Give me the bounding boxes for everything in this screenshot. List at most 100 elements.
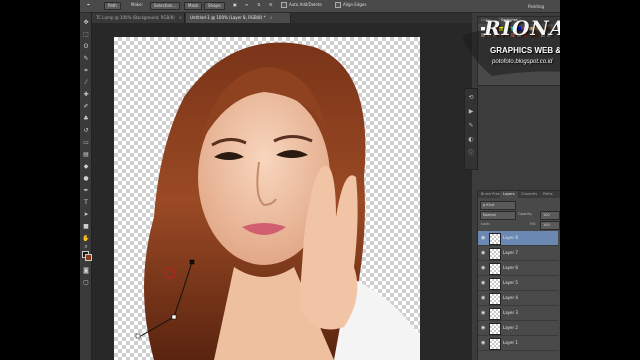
close-tab-icon[interactable]: × bbox=[179, 15, 182, 20]
crop-tool-icon[interactable]: ⌗ bbox=[82, 67, 90, 75]
filter-kind-label: Kind bbox=[486, 203, 495, 207]
tab-label: Untitled-1 @ 100% (Layer 8, RGB/8) * bbox=[190, 15, 266, 20]
gear-icon[interactable]: ⚙ bbox=[266, 2, 276, 8]
panel-icon-strip: ⟲ ▶ ✎ ◐ ⓘ bbox=[464, 88, 478, 170]
tools-panel: ✥ ⬚ ʘ ✎ ⌗ ⁄ ✚ ✐ ♣ ↺ ▭ ▤ ◆ ● ✒ T ➤ ■ ✋ ⌕ … bbox=[81, 13, 92, 360]
layer-thumbnail bbox=[489, 233, 501, 245]
path-ops-icon[interactable]: ▣ bbox=[230, 2, 240, 8]
watermark-subtitle: GRAPHICS WEB & APPS bbox=[490, 46, 560, 55]
layer-thumbnail bbox=[489, 308, 501, 320]
tab-paths[interactable]: Paths bbox=[540, 191, 556, 198]
background-color-swatch[interactable] bbox=[85, 254, 92, 261]
layer-thumbnail bbox=[489, 248, 501, 260]
watermark-url: potofoto.blogspot.co.id bbox=[492, 59, 553, 65]
properties-icon[interactable]: ⓘ bbox=[468, 151, 474, 157]
lock-label: Lock: bbox=[481, 222, 491, 226]
layers-panel: Brush Prese Layers Channels Paths ρ Kind… bbox=[477, 190, 560, 360]
tab-untitled-1[interactable]: Untitled-1 @ 100% (Layer 8, RGB/8) * × bbox=[186, 13, 291, 23]
tab-label: TC Lamp @ 100% (Background, RGB/8) bbox=[96, 15, 175, 20]
visibility-eye-icon[interactable]: ◉ bbox=[481, 340, 487, 346]
visibility-eye-icon[interactable]: ◉ bbox=[481, 250, 487, 256]
layer-name: Layer 1 bbox=[503, 340, 518, 345]
lasso-tool-icon[interactable]: ʘ bbox=[82, 43, 90, 51]
shape-button[interactable]: Shape bbox=[204, 2, 225, 10]
filter-kind-select[interactable]: ρ Kind bbox=[480, 201, 516, 210]
layer-row[interactable]: ◉ Layer 4 bbox=[478, 291, 558, 306]
close-tab-icon[interactable]: × bbox=[269, 15, 272, 20]
layer-row[interactable]: ◉ Layer 3 bbox=[478, 306, 558, 321]
opacity-input[interactable]: 100 bbox=[540, 211, 560, 220]
layer-thumbnail bbox=[489, 278, 501, 290]
blur-tool-icon[interactable]: ◆ bbox=[82, 163, 90, 171]
tab-layers[interactable]: Layers bbox=[500, 191, 518, 198]
tool-preset-icon[interactable]: ✎ bbox=[468, 123, 474, 129]
visibility-eye-icon[interactable]: ◉ bbox=[481, 325, 487, 331]
visibility-eye-icon[interactable]: ◉ bbox=[481, 295, 487, 301]
portrait-image bbox=[135, 42, 420, 360]
quick-mask-icon[interactable]: ◙ bbox=[82, 267, 90, 275]
watermark: RIONALDO GRAPHICS WEB & APPS potofoto.bl… bbox=[452, 16, 560, 82]
layers-panel-tabs: Brush Prese Layers Channels Paths bbox=[478, 191, 560, 198]
eyedropper-tool-icon[interactable]: ⁄ bbox=[82, 79, 90, 87]
pen-tool-icon[interactable]: ✒ bbox=[82, 187, 90, 195]
brush-tool-icon[interactable]: ✐ bbox=[82, 103, 90, 111]
blend-mode-select[interactable]: Normal bbox=[480, 211, 516, 220]
layer-thumbnail bbox=[489, 338, 501, 350]
layer-name: Layer 2 bbox=[503, 325, 518, 330]
zoom-tool-icon[interactable]: ⌕ bbox=[82, 243, 90, 251]
adjustments-icon[interactable]: ◐ bbox=[468, 137, 474, 143]
visibility-eye-icon[interactable]: ◉ bbox=[481, 310, 487, 316]
layer-thumbnail bbox=[489, 323, 501, 335]
move-tool-icon[interactable]: ✥ bbox=[82, 19, 90, 27]
path-arrange-icon[interactable]: ⇅ bbox=[254, 2, 263, 8]
visibility-eye-icon[interactable]: ◉ bbox=[481, 280, 487, 286]
mask-button[interactable]: Mask bbox=[184, 2, 203, 10]
tool-mode-select[interactable]: Path bbox=[104, 2, 121, 10]
selection-button[interactable]: Selection... bbox=[150, 2, 181, 10]
layers-list: ◉ Layer 8 ◉ Layer 7 ◉ Layer 6 ◉ Layer 5 … bbox=[478, 231, 560, 353]
layer-name: Layer 5 bbox=[503, 280, 518, 285]
auto-add-delete-checkbox[interactable]: Auto Add/Delete bbox=[278, 2, 325, 8]
path-select-tool-icon[interactable]: ➤ bbox=[82, 211, 90, 219]
layer-row[interactable]: ◉ Layer 7 bbox=[478, 246, 558, 261]
workspace-painting[interactable]: Painting bbox=[528, 4, 544, 9]
document-canvas[interactable] bbox=[114, 37, 420, 360]
fill-label: Fill: bbox=[530, 222, 536, 226]
tab-tc-lamp[interactable]: TC Lamp @ 100% (Background, RGB/8) × bbox=[92, 13, 185, 23]
layer-row[interactable]: ◉ Layer 5 bbox=[478, 276, 558, 291]
screen-mode-icon[interactable]: ▢ bbox=[82, 279, 90, 287]
stamp-tool-icon[interactable]: ♣ bbox=[82, 115, 90, 123]
visibility-eye-icon[interactable]: ◉ bbox=[481, 265, 487, 271]
layer-row[interactable]: ◉ Layer 1 bbox=[478, 336, 558, 351]
layer-name: Layer 3 bbox=[503, 310, 518, 315]
history-brush-tool-icon[interactable]: ↺ bbox=[82, 127, 90, 135]
eraser-tool-icon[interactable]: ▭ bbox=[82, 139, 90, 147]
quick-select-tool-icon[interactable]: ✎ bbox=[82, 55, 90, 63]
visibility-eye-icon[interactable]: ◉ bbox=[481, 235, 487, 241]
layer-thumbnail bbox=[489, 263, 501, 275]
actions-icon[interactable]: ▶ bbox=[468, 109, 474, 115]
layer-name: Layer 4 bbox=[503, 295, 518, 300]
history-icon[interactable]: ⟲ bbox=[468, 95, 474, 101]
fill-input[interactable]: 100 bbox=[540, 221, 560, 230]
watermark-title: RIONALDO bbox=[484, 16, 560, 40]
path-align-icon[interactable]: ≡ bbox=[242, 2, 251, 8]
hand-tool-icon[interactable]: ✋ bbox=[82, 235, 90, 243]
type-tool-icon[interactable]: T bbox=[82, 199, 90, 207]
layer-row[interactable]: ◉ Layer 8 bbox=[478, 231, 558, 246]
marquee-tool-icon[interactable]: ⬚ bbox=[82, 31, 90, 39]
gradient-tool-icon[interactable]: ▤ bbox=[82, 151, 90, 159]
layer-row[interactable]: ◉ Layer 2 bbox=[478, 321, 558, 336]
canvas-area[interactable] bbox=[92, 23, 472, 360]
heal-tool-icon[interactable]: ✚ bbox=[82, 91, 90, 99]
align-edges-checkbox[interactable]: Align Edges bbox=[332, 2, 369, 8]
shape-tool-icon[interactable]: ■ bbox=[82, 223, 90, 231]
layer-thumbnail bbox=[489, 293, 501, 305]
tab-channels[interactable]: Channels bbox=[518, 191, 540, 198]
video-frame: ✒ Path Make: Selection... Mask Shape ▣ ≡… bbox=[0, 0, 640, 360]
dodge-tool-icon[interactable]: ● bbox=[82, 175, 90, 183]
document-tabs: TC Lamp @ 100% (Background, RGB/8) × Unti… bbox=[92, 13, 472, 23]
opacity-label: Opacity: bbox=[518, 212, 533, 216]
pen-tool-icon[interactable]: ✒ bbox=[84, 2, 93, 8]
layer-row[interactable]: ◉ Layer 6 bbox=[478, 261, 558, 276]
